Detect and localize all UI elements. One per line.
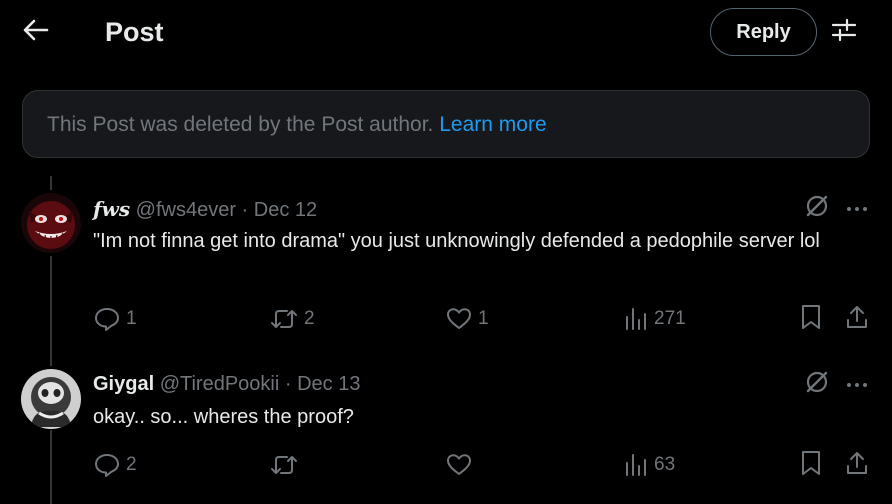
thread-line-middle <box>50 256 52 366</box>
view-count: 63 <box>654 454 676 475</box>
share-button[interactable] <box>842 450 872 480</box>
bookmark-button[interactable] <box>796 450 826 480</box>
grok-button[interactable] <box>800 368 834 400</box>
reply-count: 2 <box>126 454 137 475</box>
reply-count: 1 <box>126 308 137 329</box>
deleted-post-notice: This Post was deleted by the Post author… <box>22 90 870 158</box>
page-title: Post <box>105 17 164 47</box>
arrow-left-icon <box>23 19 49 46</box>
share-button[interactable] <box>842 304 872 334</box>
bar-chart-icon <box>624 307 648 331</box>
grok-button[interactable] <box>800 192 834 224</box>
bookmark-icon <box>800 304 822 335</box>
share-icon <box>845 304 869 335</box>
thread-line-bottom <box>50 430 52 504</box>
like-action[interactable]: 1 <box>446 307 489 331</box>
like-action[interactable] <box>446 453 478 477</box>
repost-action[interactable]: 2 <box>270 307 315 331</box>
view-count: 271 <box>654 308 686 329</box>
handle-and-date[interactable]: @fws4ever · Dec 12 <box>136 199 317 221</box>
repost-count: 2 <box>304 308 315 329</box>
post-text: "Im not finna get into drama" you just u… <box>93 230 820 252</box>
bookmark-icon <box>800 450 822 481</box>
reply-action[interactable]: 1 <box>94 307 137 331</box>
post-text: okay.. so... wheres the proof? <box>93 406 354 428</box>
heart-icon <box>446 307 472 331</box>
repost-icon <box>270 307 298 331</box>
slash-circle-icon <box>804 369 830 400</box>
more-button[interactable] <box>840 192 874 224</box>
reply-action[interactable]: 2 <box>94 453 137 477</box>
heart-icon <box>446 453 472 477</box>
avatar[interactable] <box>21 369 81 429</box>
slash-circle-icon <box>804 193 830 224</box>
speech-bubble-icon <box>94 307 120 331</box>
sliders-icon <box>831 18 857 47</box>
more-dots-icon <box>846 199 868 217</box>
reply-button[interactable]: Reply <box>710 8 817 56</box>
notice-text: This Post was deleted by the Post author… <box>47 113 434 136</box>
speech-bubble-icon <box>94 453 120 477</box>
views-action[interactable]: 63 <box>624 453 675 477</box>
repost-action[interactable] <box>270 453 304 477</box>
adjust-button[interactable] <box>824 14 864 50</box>
back-button[interactable] <box>14 12 58 52</box>
more-button[interactable] <box>840 368 874 400</box>
bar-chart-icon <box>624 453 648 477</box>
bookmark-button[interactable] <box>796 304 826 334</box>
display-name[interactable]: fws <box>93 197 130 221</box>
avatar[interactable] <box>21 193 81 253</box>
more-dots-icon <box>846 375 868 393</box>
learn-more-link[interactable]: Learn more <box>439 113 546 136</box>
share-icon <box>845 450 869 481</box>
thread-line-top <box>50 176 52 190</box>
post-user-row: Giygal @TiredPookii · Dec 13 <box>93 373 360 396</box>
display-name[interactable]: Giygal <box>93 373 154 395</box>
views-action[interactable]: 271 <box>624 307 686 331</box>
repost-icon <box>270 453 298 477</box>
post-user-row: fws @fws4ever · Dec 12 <box>93 197 317 222</box>
handle-and-date[interactable]: @TiredPookii · Dec 13 <box>160 373 361 395</box>
like-count: 1 <box>478 308 489 329</box>
